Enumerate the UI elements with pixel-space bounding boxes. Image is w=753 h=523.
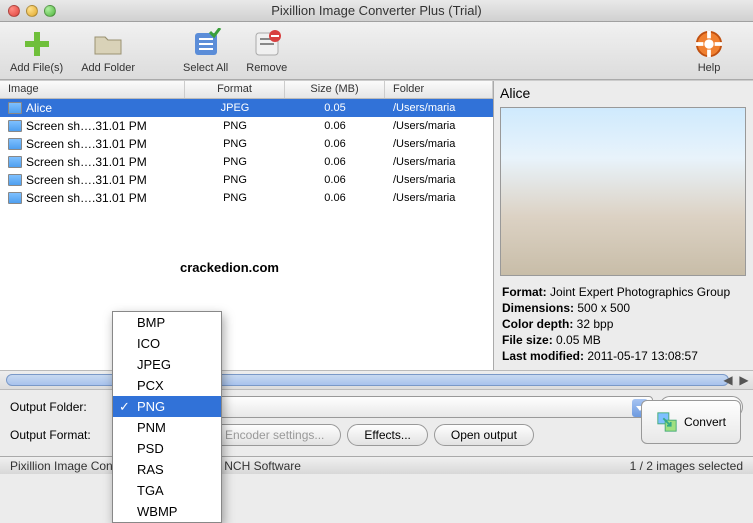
- select-all-button[interactable]: Select All: [183, 28, 228, 74]
- output-folder-label: Output Folder:: [10, 400, 106, 414]
- folder-icon: [92, 28, 124, 60]
- format-option-jpeg[interactable]: JPEG: [113, 354, 221, 375]
- table-row[interactable]: Screen sh….31.01 PMPNG0.06/Users/maria: [0, 189, 493, 207]
- convert-button[interactable]: Convert: [641, 400, 741, 444]
- watermark-text: crackedion.com: [180, 260, 279, 275]
- toolbar: Add File(s) Add Folder Select All Remove…: [0, 22, 753, 80]
- scroll-left-icon[interactable]: ◀: [721, 373, 735, 387]
- format-dropdown-menu[interactable]: BMPICOJPEGPCXPNGPNMPSDRASTGAWBMP: [112, 311, 222, 523]
- table-body[interactable]: AliceJPEG0.05/Users/mariaScreen sh….31.0…: [0, 99, 493, 370]
- remove-button[interactable]: Remove: [246, 28, 287, 74]
- format-option-wbmp[interactable]: WBMP: [113, 501, 221, 522]
- format-option-pnm[interactable]: PNM: [113, 417, 221, 438]
- image-file-icon: [8, 120, 22, 132]
- window-title: Pixillion Image Converter Plus (Trial): [0, 3, 753, 18]
- status-version: 2.32 © NCH Software: [185, 459, 629, 473]
- select-all-icon: [190, 28, 222, 60]
- image-file-icon: [8, 138, 22, 150]
- preview-image: [500, 107, 746, 276]
- table-row[interactable]: Screen sh….31.01 PMPNG0.06/Users/maria: [0, 117, 493, 135]
- output-format-label: Output Format:: [10, 428, 106, 442]
- titlebar: Pixillion Image Converter Plus (Trial): [0, 0, 753, 22]
- plus-icon: [21, 28, 53, 60]
- remove-icon: [251, 28, 283, 60]
- column-folder[interactable]: Folder: [385, 81, 493, 98]
- image-file-icon: [8, 192, 22, 204]
- format-option-ico[interactable]: ICO: [113, 333, 221, 354]
- column-format[interactable]: Format: [185, 81, 285, 98]
- convert-icon: [656, 411, 678, 433]
- table-header: Image Format Size (MB) Folder: [0, 81, 493, 99]
- table-row[interactable]: AliceJPEG0.05/Users/maria: [0, 99, 493, 117]
- format-option-pcx[interactable]: PCX: [113, 375, 221, 396]
- open-output-button[interactable]: Open output: [434, 424, 534, 446]
- format-option-psd[interactable]: PSD: [113, 438, 221, 459]
- status-app-name: Pixillion Image Conve: [10, 459, 125, 473]
- help-button[interactable]: Help: [693, 28, 725, 74]
- add-files-button[interactable]: Add File(s): [10, 28, 63, 74]
- column-image[interactable]: Image: [0, 81, 185, 98]
- add-folder-button[interactable]: Add Folder: [81, 28, 135, 74]
- preview-panel: Alice Format: Joint Expert Photographics…: [493, 81, 753, 370]
- image-file-icon: [8, 102, 22, 114]
- format-option-png[interactable]: PNG: [113, 396, 221, 417]
- table-row[interactable]: Screen sh….31.01 PMPNG0.06/Users/maria: [0, 153, 493, 171]
- preview-title: Alice: [494, 81, 753, 105]
- column-size[interactable]: Size (MB): [285, 81, 385, 98]
- status-selection: 1 / 2 images selected: [630, 459, 743, 473]
- help-icon: [693, 28, 725, 60]
- file-list-panel: Image Format Size (MB) Folder AliceJPEG0…: [0, 81, 493, 370]
- scroll-right-icon[interactable]: ▶: [737, 373, 751, 387]
- format-option-bmp[interactable]: BMP: [113, 312, 221, 333]
- format-option-ras[interactable]: RAS: [113, 459, 221, 480]
- table-row[interactable]: Screen sh….31.01 PMPNG0.06/Users/maria: [0, 171, 493, 189]
- encoder-settings-button[interactable]: Encoder settings...: [208, 424, 341, 446]
- table-row[interactable]: Screen sh….31.01 PMPNG0.06/Users/maria: [0, 135, 493, 153]
- effects-button[interactable]: Effects...: [347, 424, 427, 446]
- image-file-icon: [8, 156, 22, 168]
- format-option-tga[interactable]: TGA: [113, 480, 221, 501]
- preview-metadata: Format: Joint Expert Photographics Group…: [494, 278, 753, 370]
- image-file-icon: [8, 174, 22, 186]
